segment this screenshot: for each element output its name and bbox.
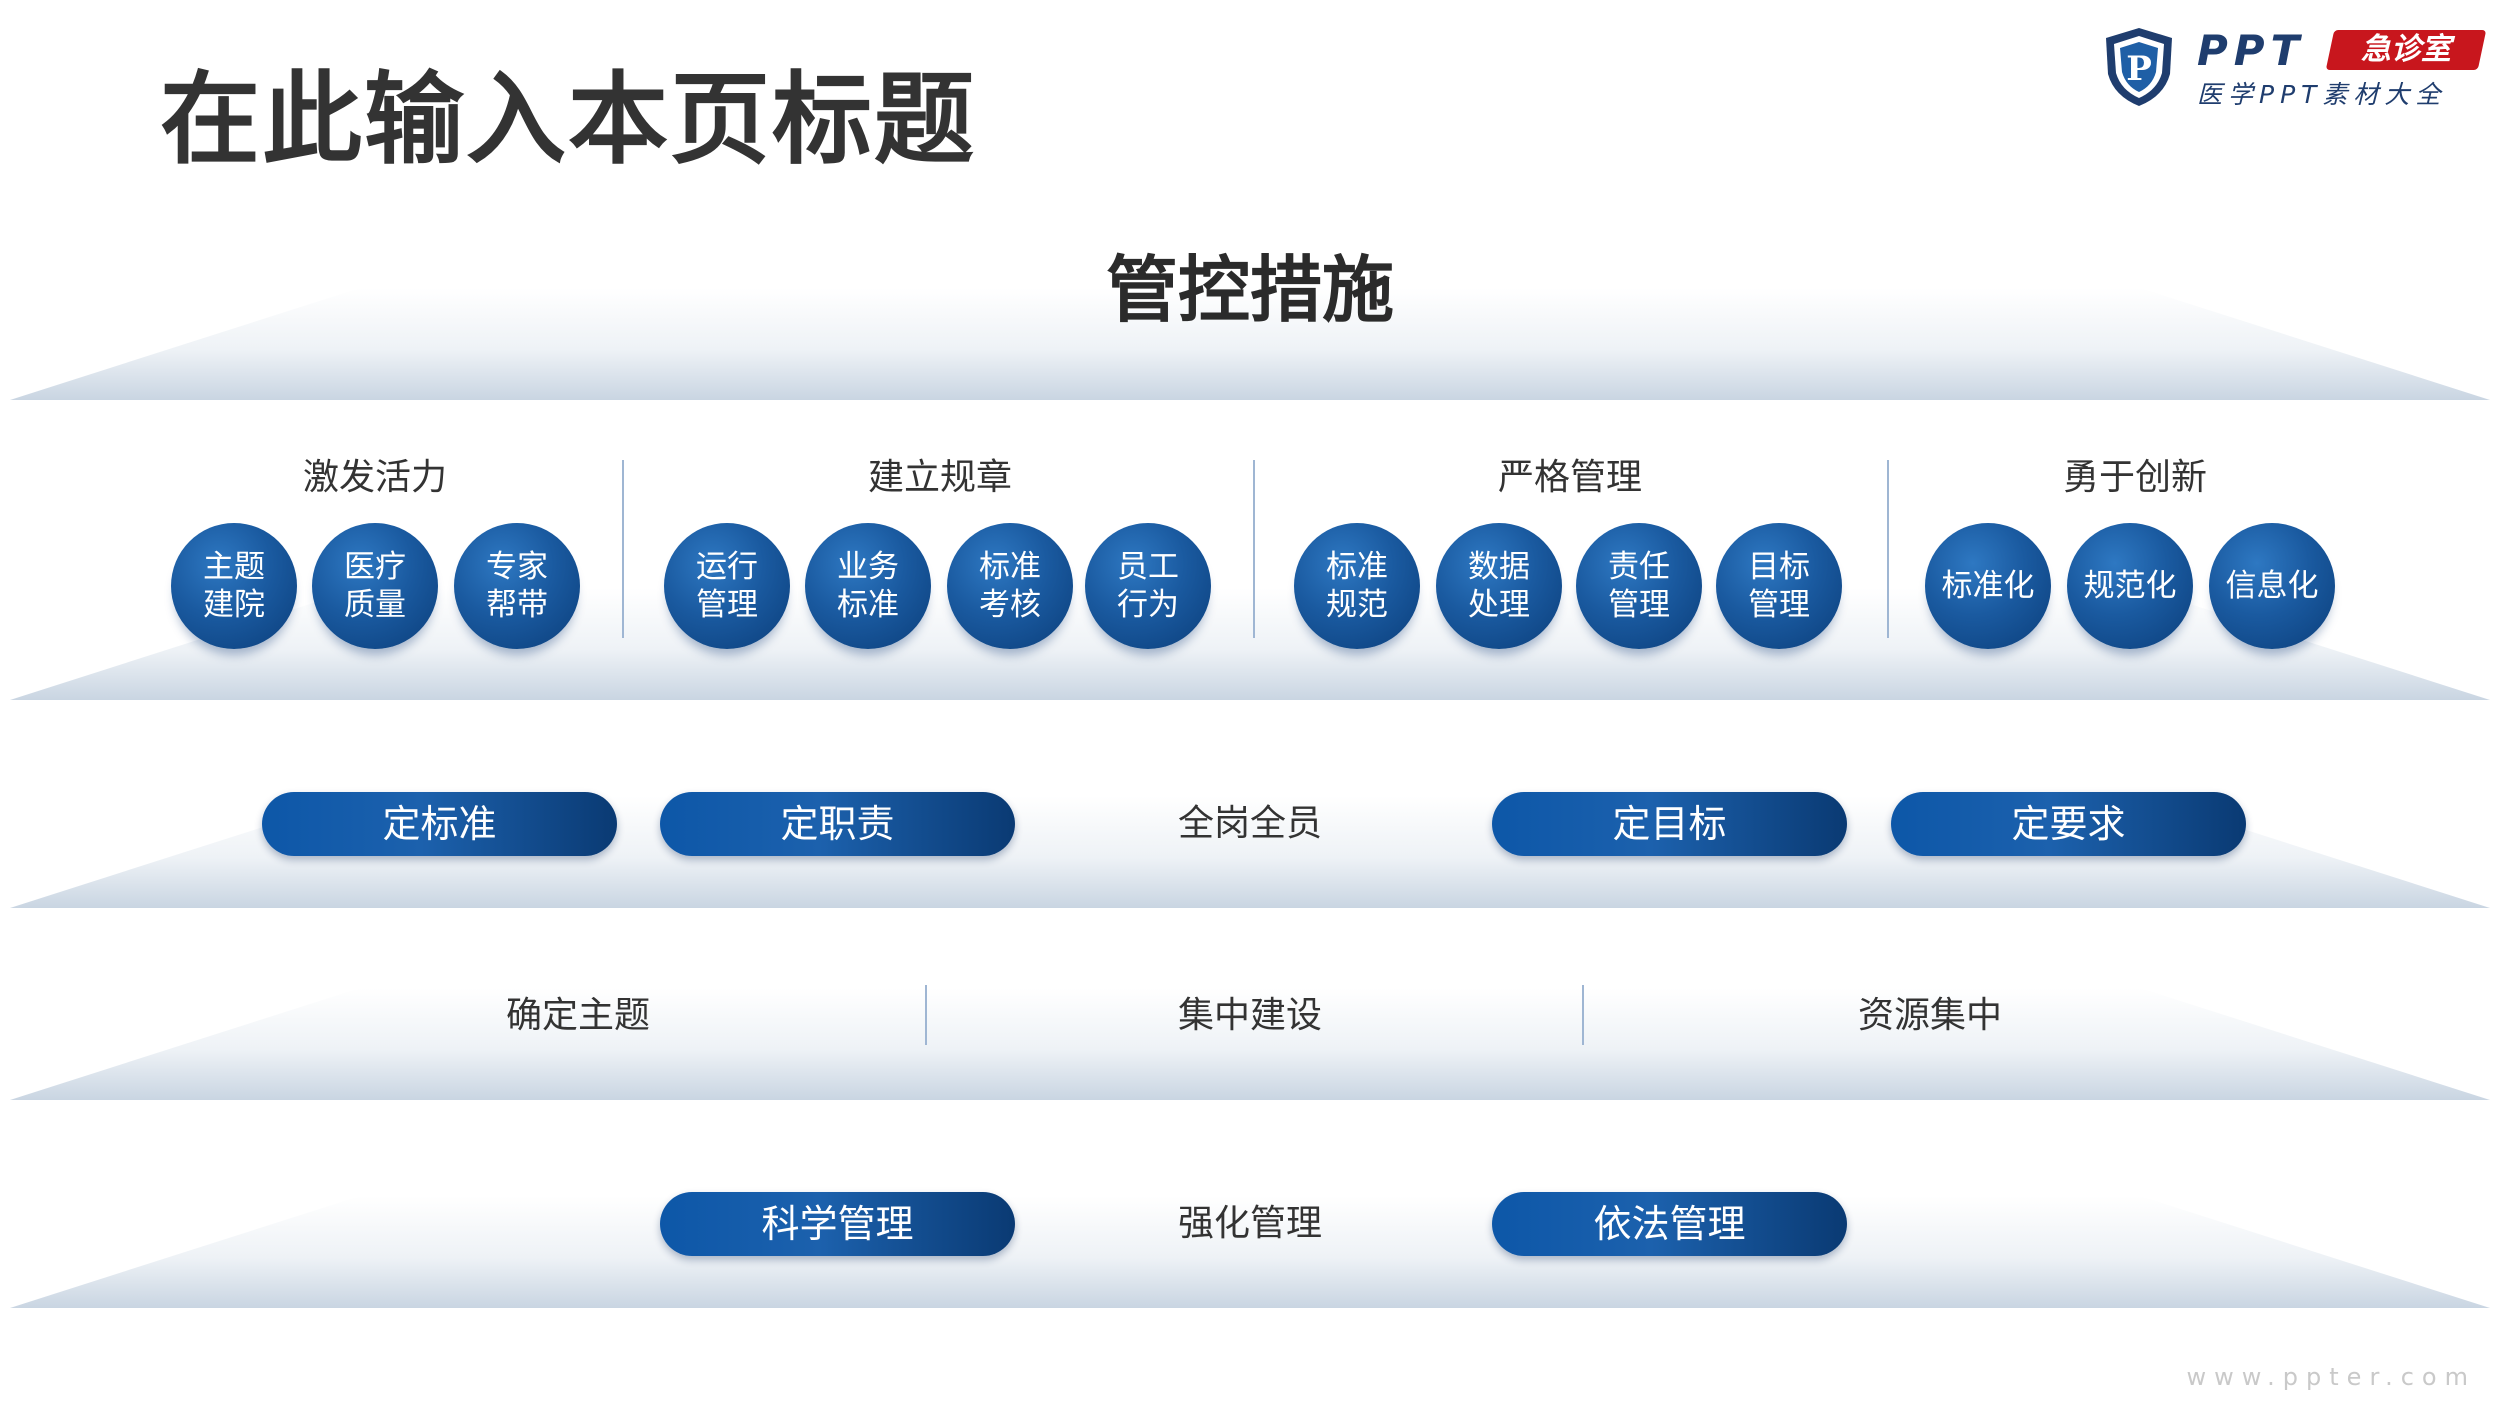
circle-node: 规范化 (2067, 523, 2193, 649)
tier4-center-label: 强化管理 (1177, 1203, 1322, 1244)
shield-letter: P (2126, 49, 2152, 89)
watermark: www.ppter.com (2186, 1363, 2476, 1391)
pill-label: 定要求 (1891, 792, 2246, 856)
tier3-divider-1 (925, 985, 927, 1045)
group-divider-2 (1253, 460, 1255, 638)
circle-node: 运行 管理 (664, 523, 790, 649)
pill-label: 依法管理 (1492, 1192, 1847, 1256)
pill-label: 定职责 (660, 792, 1015, 856)
circle-node: 业务 标准 (805, 523, 931, 649)
group-title-4: 勇于创新 (2062, 457, 2207, 498)
circle-node: 信息化 (2209, 523, 2335, 649)
tier3-divider-2 (1582, 985, 1584, 1045)
tier2-center-label: 全岗全员 (1177, 803, 1322, 844)
page-title: 在此输入本页标题 (160, 61, 976, 178)
logo-ppt-text: PPT (2197, 26, 2306, 75)
circle-node: 目标 管理 (1716, 523, 1842, 649)
circle-node: 标准 规范 (1294, 523, 1420, 649)
circle-node: 主题 建院 (171, 523, 297, 649)
group-title-2: 建立规章 (867, 457, 1012, 498)
circle-node: 专家 帮带 (454, 523, 580, 649)
logo-badge: 急诊室 (2325, 30, 2487, 70)
shield-logo-icon: P (2106, 28, 2172, 106)
circle-node: 数据 处理 (1436, 523, 1562, 649)
logo-subtitle: 医学PPT素材大全 (2197, 80, 2447, 109)
group-title-1: 激发活力 (302, 457, 447, 498)
pill-label: 定目标 (1492, 792, 1847, 856)
circle-node: 责任 管理 (1576, 523, 1702, 649)
circle-node: 标准化 (1925, 523, 2051, 649)
group-title-3: 严格管理 (1497, 457, 1642, 498)
pill-label: 科学管理 (660, 1192, 1015, 1256)
circle-node: 员工 行为 (1085, 523, 1211, 649)
circle-node: 标准 考核 (947, 523, 1073, 649)
top-tier-label: 管控措施 (1105, 248, 1394, 332)
tier-backgrounds (10, 288, 2490, 1308)
tier3-item-3: 资源集中 (1857, 995, 2002, 1036)
tier3-item-1: 确定主题 (505, 995, 650, 1036)
pill-label: 定标准 (262, 792, 617, 856)
group-divider-1 (622, 460, 624, 638)
logo-badge-text: 急诊室 (2361, 32, 2451, 67)
group-divider-3 (1887, 460, 1889, 638)
circle-node: 医疗 质量 (312, 523, 438, 649)
tier3-item-2: 集中建设 (1177, 995, 1322, 1036)
logo: P PPT 急诊室 医学PPT素材大全 (2102, 26, 2487, 116)
